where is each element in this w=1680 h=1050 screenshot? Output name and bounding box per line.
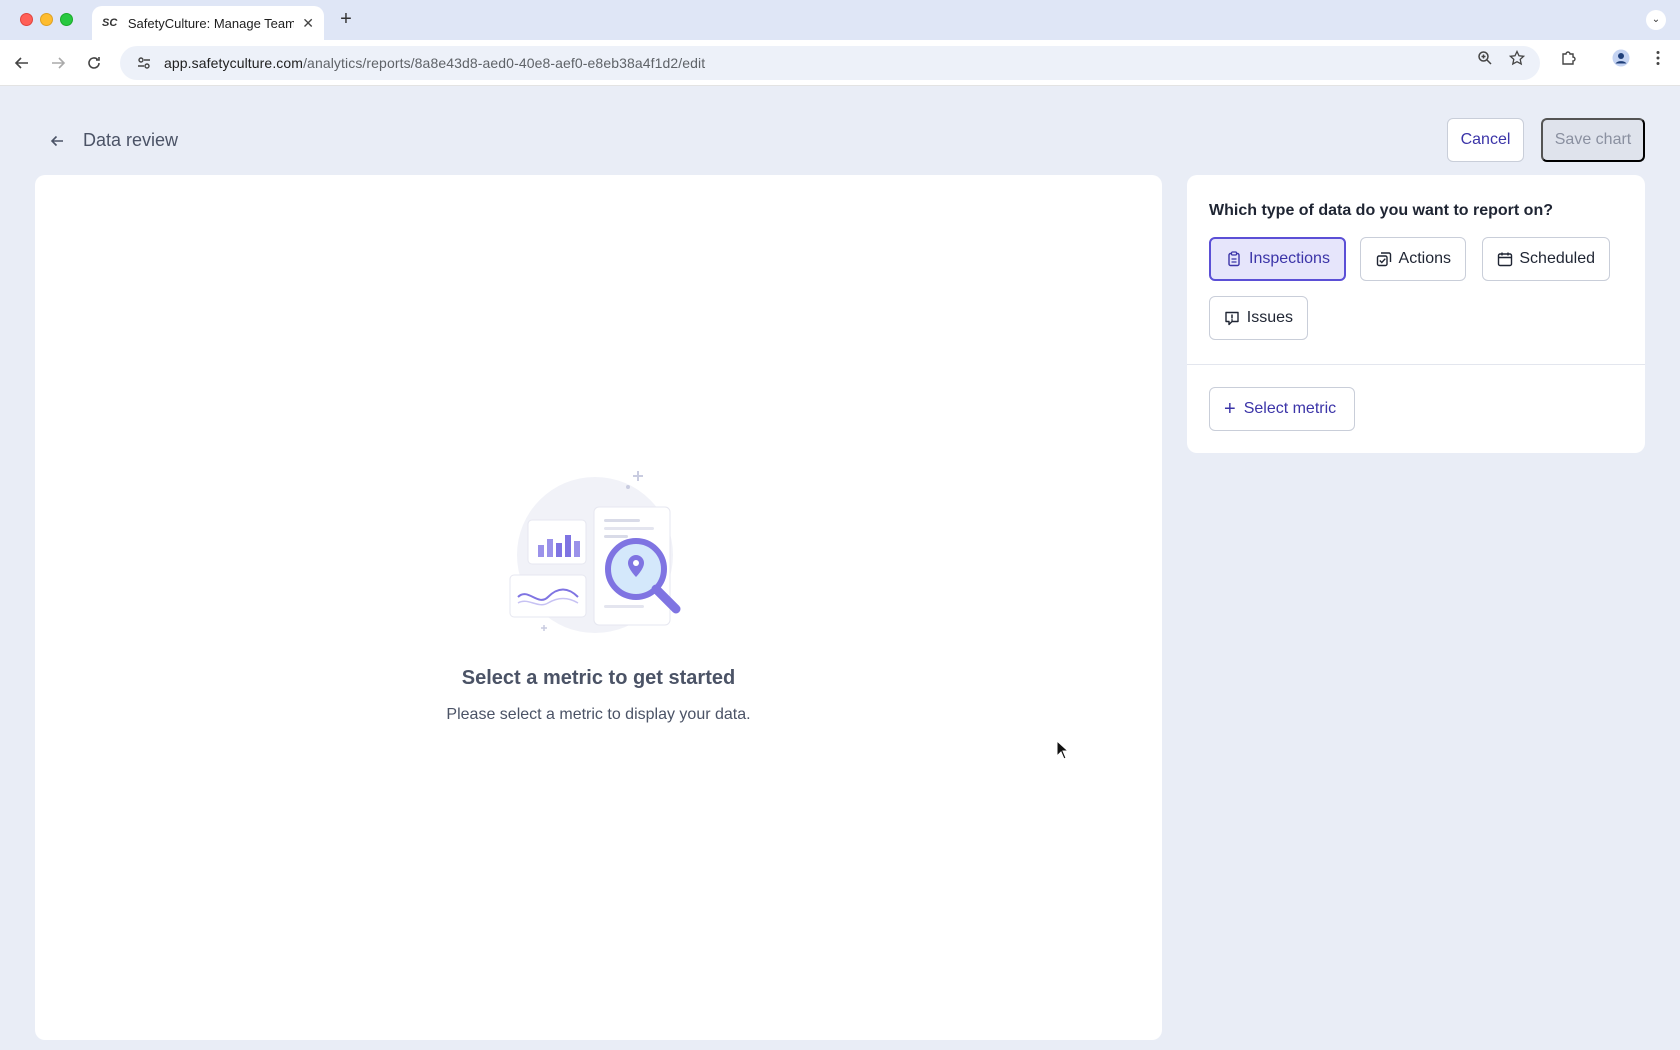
browser-menu-icon[interactable] [1648,48,1668,68]
browser-toolbar: app.safetyculture.com/analytics/reports/… [0,40,1680,86]
tab-close-icon[interactable]: ✕ [302,15,314,32]
type-issues-button[interactable]: Issues [1209,296,1308,340]
browser-tab-bar: SC SafetyCulture: Manage Teams ✕ + ⌄ [0,0,1680,40]
profile-avatar-icon[interactable] [1611,48,1631,68]
url-host: app.safetyculture.com [164,55,304,71]
empty-state-subtitle: Please select a metric to display your d… [446,706,751,723]
tab-title: SafetyCulture: Manage Teams [127,15,295,31]
issue-icon [1224,309,1241,327]
save-chart-button[interactable]: Save chart [1541,118,1645,162]
type-actions-label: Actions [1398,250,1451,267]
back-icon[interactable] [11,52,33,74]
mouse-cursor-icon [1056,740,1070,760]
select-metric-button[interactable]: + Select metric [1209,387,1355,431]
type-scheduled-label: Scheduled [1519,250,1595,267]
select-metric-label: Select metric [1243,400,1337,417]
zoom-icon[interactable] [1475,48,1495,68]
type-inspections-button[interactable]: Inspections [1209,237,1346,281]
data-type-question: Which type of data do you want to report… [1209,202,1553,219]
safetyculture-favicon-icon: SC [102,17,118,29]
site-settings-icon[interactable] [134,53,154,73]
tab-search-button[interactable]: ⌄ [1646,10,1666,30]
maximize-window-button[interactable] [60,13,73,26]
calendar-icon [1497,250,1513,268]
address-bar[interactable]: app.safetyculture.com/analytics/reports/… [120,46,1540,80]
close-window-button[interactable] [20,13,33,26]
type-issues-label: Issues [1246,309,1293,326]
minimize-window-button[interactable] [40,13,53,26]
page-title: Data review [83,130,179,150]
empty-state-title: Select a metric to get started [461,667,736,689]
forward-icon[interactable] [47,52,69,74]
clipboard-icon [1225,250,1243,268]
reload-icon[interactable] [83,52,105,74]
new-tab-button[interactable]: + [334,8,358,31]
browser-tab[interactable]: SC SafetyCulture: Manage Teams ✕ [92,6,324,40]
extensions-icon[interactable] [1558,48,1578,68]
url-text: app.safetyculture.com/analytics/reports/… [164,55,705,71]
url-path: /analytics/reports/8a8e43d8-aed0-40e8-ae… [303,55,706,71]
plus-icon: + [1224,398,1236,420]
type-inspections-label: Inspections [1249,250,1330,267]
back-arrow-icon[interactable] [46,130,68,152]
data-type-panel: Which type of data do you want to report… [1187,175,1645,453]
actions-icon [1375,250,1393,268]
type-actions-button[interactable]: Actions [1360,237,1466,281]
type-scheduled-button[interactable]: Scheduled [1482,237,1610,281]
empty-state-illustration [509,471,681,633]
bookmark-star-icon[interactable] [1507,48,1527,68]
cancel-button[interactable]: Cancel [1447,118,1524,162]
panel-divider [1187,364,1645,365]
